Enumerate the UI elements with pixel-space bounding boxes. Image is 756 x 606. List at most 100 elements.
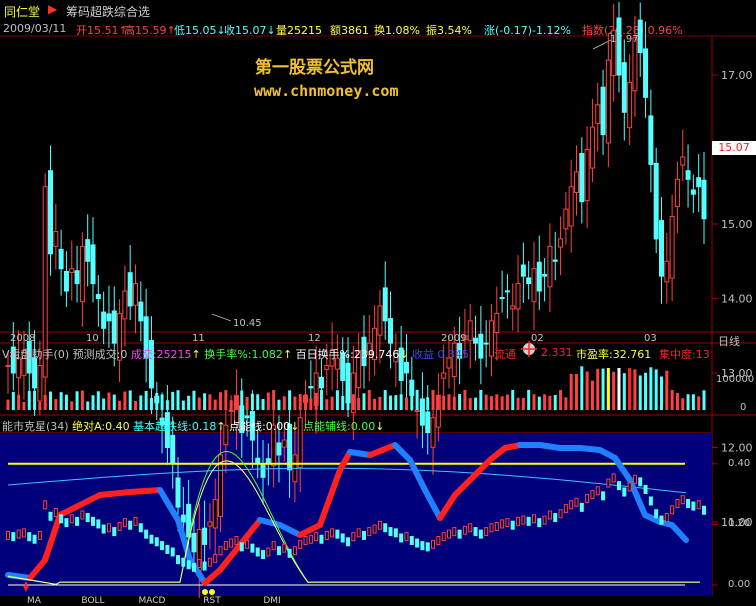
volume-bar	[144, 390, 148, 410]
volume-bar	[601, 368, 605, 410]
volume-bar	[224, 390, 228, 410]
tab-macd[interactable]: MACD	[122, 596, 182, 606]
indicator-candle	[43, 500, 48, 510]
volume-bar	[426, 397, 430, 410]
indicator-candle	[505, 518, 510, 528]
volume-bar	[6, 399, 10, 410]
candle-body	[568, 186, 574, 227]
volume-indicator-name[interactable]: V看盘助手(0)	[2, 348, 69, 361]
candle-body	[207, 521, 213, 527]
candle-body	[85, 239, 91, 262]
cross-cursor-icon[interactable]	[519, 341, 539, 357]
volume-bar	[389, 395, 393, 410]
indicator-candle	[372, 524, 377, 534]
candle-body	[473, 337, 479, 344]
candle-body	[653, 162, 659, 240]
candle-body	[122, 290, 128, 320]
volume-bar	[548, 395, 552, 410]
volume-bar	[404, 397, 408, 410]
aux-value: 0.00	[350, 420, 376, 433]
candle-body	[255, 457, 261, 463]
candle-body	[276, 442, 282, 456]
volume-bar	[543, 394, 547, 410]
volume-bar	[378, 396, 382, 410]
volume-bar	[442, 395, 446, 410]
indicator-candle	[96, 519, 101, 529]
volume-bar	[86, 401, 90, 410]
candle-body	[616, 17, 622, 76]
volume-bar	[479, 389, 483, 410]
dot-energy-line	[577, 445, 603, 453]
indicator-candle	[48, 511, 53, 521]
candle-body	[600, 86, 606, 136]
volume-bar	[489, 396, 493, 410]
indicator-candle	[53, 507, 58, 517]
indicator-candle	[351, 532, 356, 542]
indicator-candle	[542, 515, 547, 525]
volume-bar	[282, 396, 286, 410]
indicator-candle	[616, 481, 621, 491]
indicator-candle	[409, 536, 414, 546]
indicator-candle	[436, 536, 441, 546]
tab-boll[interactable]: BOLL	[64, 596, 122, 606]
volume-bar	[59, 392, 63, 410]
volume-bar	[314, 392, 318, 410]
indicator-candle	[276, 546, 281, 556]
price-axis-tick: 14.00	[721, 293, 753, 306]
indicator-candle	[383, 523, 388, 533]
volume-bar	[622, 373, 626, 410]
indicator-candle	[186, 560, 191, 570]
volume-bar	[527, 389, 531, 410]
indicator-candle	[590, 490, 595, 500]
candle-body	[494, 312, 500, 334]
indicator-candle	[91, 516, 96, 526]
indicator-name[interactable]: 能市克星(34)	[2, 420, 69, 433]
indicator-candle	[234, 536, 239, 546]
tab-dmi[interactable]: DMI	[242, 596, 302, 606]
indicator-candle	[659, 515, 664, 525]
volume-bar	[649, 367, 653, 410]
volume-bar	[458, 394, 462, 410]
volume-bar	[638, 375, 642, 410]
indicator-candle	[531, 514, 536, 524]
candle-body	[595, 104, 601, 124]
volume-bar	[468, 398, 472, 410]
candle-body	[488, 320, 494, 357]
volume-bar	[373, 398, 377, 410]
candle-body	[212, 499, 218, 529]
indicator-candle	[69, 514, 74, 524]
volume-bar	[203, 393, 207, 410]
volume-bar	[569, 374, 573, 410]
indicator-candle	[696, 500, 701, 510]
candle-body	[536, 261, 542, 292]
indicator-candle	[452, 527, 457, 537]
volume-bar	[452, 396, 456, 410]
tab-rst[interactable]: RST	[182, 596, 242, 606]
volume-bar	[293, 396, 297, 410]
indicator-candle	[606, 478, 611, 488]
indicator-candle	[431, 539, 436, 549]
candle-body	[584, 149, 590, 202]
indicator-candle	[133, 516, 138, 526]
period-label[interactable]: 日线	[718, 333, 740, 349]
volume-bar	[319, 389, 323, 410]
indicator-candle	[11, 532, 16, 542]
indicator-candle	[388, 527, 393, 537]
indicator-candle	[218, 546, 223, 556]
abs-label: 绝对A:	[72, 420, 106, 433]
candle-body	[95, 294, 101, 300]
up-arrow-icon: ↑	[282, 348, 293, 361]
candle-body	[690, 189, 696, 195]
indicator-candle	[21, 528, 26, 538]
volume-bar	[112, 394, 116, 410]
indicator-candle	[255, 547, 260, 557]
volume-bar	[54, 399, 58, 410]
volume-bar	[447, 394, 451, 410]
volume-bar	[574, 373, 578, 410]
volume-bar	[505, 394, 509, 410]
candle-body	[265, 458, 271, 463]
volume-bar	[75, 391, 79, 410]
tab-ma[interactable]: MA	[0, 596, 68, 606]
volume-bar	[654, 369, 658, 410]
indicator-candle	[16, 529, 21, 539]
